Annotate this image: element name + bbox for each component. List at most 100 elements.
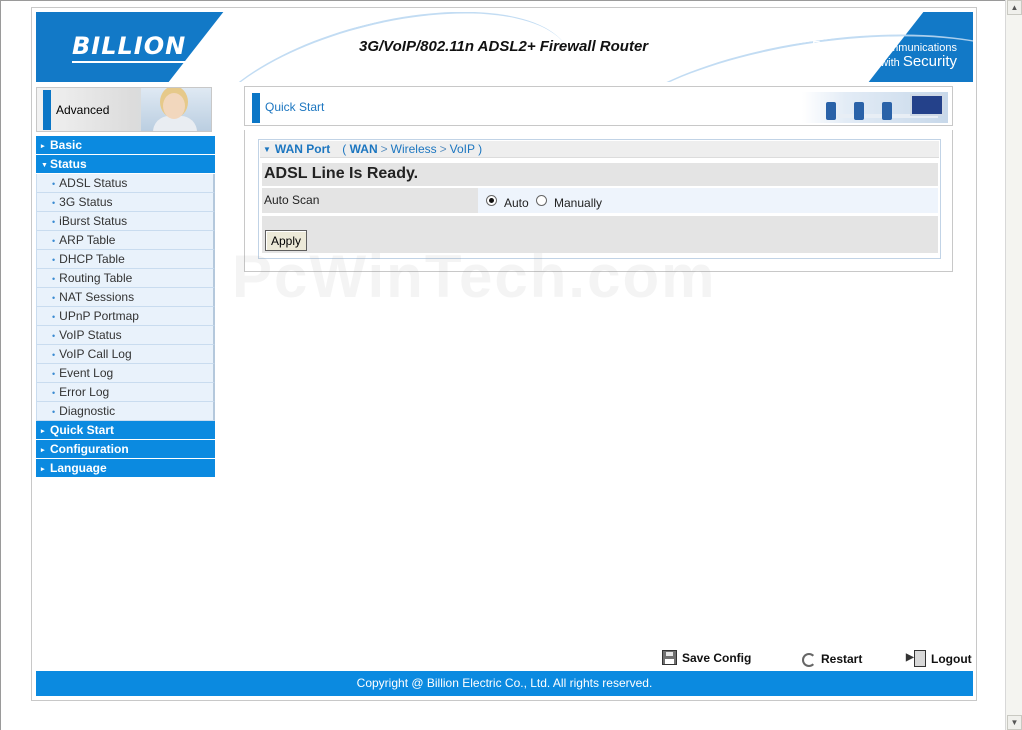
mode-photo — [141, 88, 211, 131]
sidebar-subitem-voip-call-log[interactable]: • VoIP Call Log — [36, 345, 215, 364]
save-config-label: Save Config — [682, 651, 752, 665]
auto-radio-label: Auto — [504, 196, 529, 210]
auto-scan-label: Auto Scan — [264, 193, 320, 207]
bullet-icon: • — [52, 312, 56, 322]
bullet-icon: • — [52, 369, 56, 379]
browser-viewport: BILLION 3G/VoIP/802.11n ADSL2+ Firewall … — [0, 0, 1005, 730]
breadcrumb: ▼ WAN Port( WAN > Wireless > VoIP ) — [260, 141, 939, 158]
page-accent-bar — [252, 93, 260, 123]
apply-row: Apply — [262, 216, 938, 253]
tagline-powering: Powering — [811, 38, 875, 55]
sidebar-subitem-label: iBurst Status — [59, 214, 128, 228]
sidebar-subitem-label: ARP Table — [59, 233, 116, 247]
sidebar-subitem-label: Routing Table — [59, 271, 133, 285]
bullet-icon: • — [52, 217, 56, 227]
sidebar-item-label: Configuration — [50, 442, 129, 456]
arrow-down-icon: ▼ — [263, 145, 271, 154]
copyright-text: Copyright @ Billion Electric Co., Ltd. A… — [356, 676, 653, 690]
arrow-right-icon: ▸ — [41, 143, 45, 150]
sidebar-subitem-label: Event Log — [59, 366, 114, 380]
bullet-icon: • — [52, 236, 56, 246]
sidebar-subitem-3g-status[interactable]: • 3G Status — [36, 193, 215, 212]
restart-icon — [800, 650, 816, 667]
tagline: Powering communications with Security — [811, 38, 957, 70]
adsl-status-message: ADSL Line Is Ready. — [264, 165, 419, 182]
sidebar-item-label: Basic — [50, 138, 83, 152]
sidebar-subitem-label: VoIP Status — [59, 328, 122, 342]
product-title: 3G/VoIP/802.11n ADSL2+ Firewall Router — [359, 38, 649, 55]
footer: Copyright @ Billion Electric Co., Ltd. A… — [36, 671, 973, 696]
sidebar-item-language[interactable]: ▸ Language — [36, 459, 215, 478]
sidebar-subitem-nat-sessions[interactable]: • NAT Sessions — [36, 288, 215, 307]
sidebar-subitem-dhcp-table[interactable]: • DHCP Table — [36, 250, 215, 269]
sidebar-subitem-label: DHCP Table — [59, 252, 125, 266]
scroll-up-arrow-icon[interactable]: ▲ — [1007, 0, 1022, 15]
sidebar-item-configuration[interactable]: ▸ Configuration — [36, 440, 215, 459]
manually-radio-label: Manually — [554, 196, 603, 210]
arrow-right-icon: ▸ — [41, 428, 45, 435]
mode-accent-bar — [43, 90, 51, 130]
tagline-security: Security — [902, 53, 957, 70]
sidebar-subitem-iburst-status[interactable]: • iBurst Status — [36, 212, 215, 231]
sidebar-subitem-adsl-status[interactable]: • ADSL Status — [36, 174, 215, 193]
sidebar-item-quick-start[interactable]: ▸ Quick Start — [36, 421, 215, 440]
sidebar-subitem-error-log[interactable]: • Error Log — [36, 383, 215, 402]
wan-port-panel: ▼ WAN Port( WAN > Wireless > VoIP ) ADSL Line… — [258, 139, 941, 259]
auto-scan-row: Auto Scan Auto Manually — [262, 188, 938, 213]
bullet-icon: • — [52, 255, 56, 265]
sidebar-subitem-routing-table[interactable]: • Routing Table — [36, 269, 215, 288]
sidebar-subitem-label: VoIP Call Log — [59, 347, 132, 361]
bullet-icon: • — [52, 388, 56, 398]
bullet-icon: • — [52, 274, 56, 284]
office-photo — [802, 92, 948, 123]
auto-radio[interactable] — [486, 195, 497, 206]
arrow-right-icon: ▸ — [41, 447, 45, 454]
apply-button[interactable]: Apply — [265, 230, 307, 251]
sidebar-item-status[interactable]: ▼ Status — [36, 155, 215, 174]
logout-button[interactable]: Logout — [906, 650, 972, 667]
sidebar-menu: ▸ Basic ▼ Status • ADSL Status • 3G Status •… — [36, 136, 215, 478]
bullet-icon: • — [52, 198, 56, 208]
breadcrumb-step-voip[interactable]: VoIP — [450, 142, 475, 156]
breadcrumb-step-wan[interactable]: WAN — [350, 142, 378, 156]
sidebar-subitem-upnp-portmap[interactable]: • UPnP Portmap — [36, 307, 215, 326]
tagline-with: with — [880, 57, 903, 69]
sidebar-subitem-label: ADSL Status — [59, 176, 128, 190]
sidebar-subitem-event-log[interactable]: • Event Log — [36, 364, 215, 383]
logout-door-icon — [906, 650, 926, 667]
mode-panel: Advanced — [36, 87, 212, 132]
sidebar-subitem-voip-status[interactable]: • VoIP Status — [36, 326, 215, 345]
sidebar-subitem-label: Error Log — [59, 385, 110, 399]
sidebar-subitem-label: 3G Status — [59, 195, 113, 209]
photo-monitor — [910, 94, 944, 116]
mode-label: Advanced — [56, 103, 110, 117]
sidebar-subitem-label: NAT Sessions — [59, 290, 135, 304]
photo-chair — [826, 102, 836, 120]
bullet-icon: • — [52, 179, 56, 189]
photo-chair — [854, 102, 864, 120]
save-config-button[interactable]: Save Config — [662, 650, 751, 665]
sidebar-subitem-arp-table[interactable]: • ARP Table — [36, 231, 215, 250]
sidebar-item-label: Quick Start — [50, 423, 115, 437]
sidebar-subitem-label: Diagnostic — [59, 404, 116, 418]
header-banner: BILLION 3G/VoIP/802.11n ADSL2+ Firewall … — [36, 12, 973, 82]
restart-button[interactable]: Restart — [800, 650, 863, 667]
sidebar-subitem-diagnostic[interactable]: • Diagnostic — [36, 402, 215, 421]
photo-chair — [882, 102, 892, 120]
sidebar-subitem-label: UPnP Portmap — [59, 309, 139, 323]
scroll-down-arrow-icon[interactable]: ▼ — [1007, 715, 1022, 730]
bullet-icon: • — [52, 350, 56, 360]
banner-dot — [225, 54, 231, 60]
breadcrumb-current: WAN Port — [274, 142, 331, 156]
auto-scan-options: Auto Manually — [478, 188, 938, 213]
photo-figure-head — [163, 93, 185, 119]
breadcrumb-separator: > — [380, 142, 388, 156]
page-header: Quick Start — [244, 86, 953, 126]
breadcrumb-step-wireless[interactable]: Wireless — [391, 142, 437, 156]
bullet-icon: • — [52, 407, 56, 417]
page-title: Quick Start — [265, 100, 325, 114]
vertical-scrollbar[interactable]: ▲ ▼ — [1005, 0, 1022, 730]
sidebar-item-basic[interactable]: ▸ Basic — [36, 136, 215, 155]
manually-radio[interactable] — [536, 195, 547, 206]
restart-label: Restart — [821, 652, 863, 666]
